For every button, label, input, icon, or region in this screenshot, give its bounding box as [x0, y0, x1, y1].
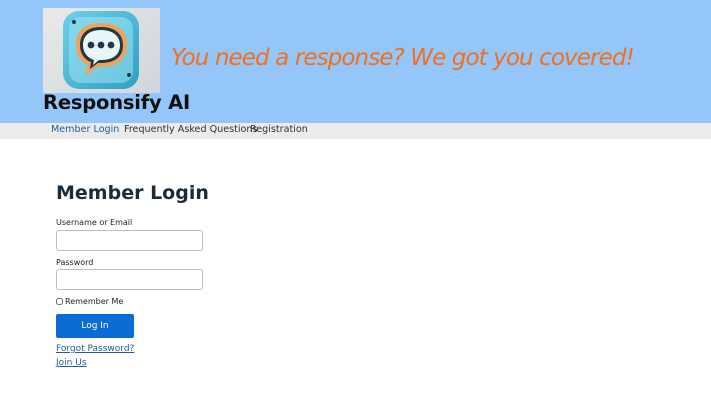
page-title: Member Login	[56, 182, 209, 204]
main-navigation: Member Login Frequently Asked Questions …	[0, 123, 711, 139]
chat-bubble-icon	[63, 11, 139, 89]
nav-faq[interactable]: Frequently Asked Questions	[124, 124, 258, 135]
header-tagline: You need a response? We got you covered!	[171, 45, 635, 71]
nav-registration[interactable]: Registration	[250, 124, 308, 135]
username-input[interactable]	[56, 230, 203, 251]
site-header: You need a response? We got you covered!…	[0, 0, 711, 123]
join-us-link[interactable]: Join Us	[56, 358, 87, 368]
remember-me-row: Remember Me	[56, 297, 123, 306]
remember-me-checkbox[interactable]	[56, 298, 63, 305]
nav-member-login[interactable]: Member Login	[51, 124, 119, 135]
password-label: Password	[56, 258, 94, 267]
forgot-password-link[interactable]: Forgot Password?	[56, 344, 134, 354]
remember-me-label[interactable]: Remember Me	[65, 297, 123, 306]
password-input[interactable]	[56, 269, 203, 290]
login-button[interactable]: Log In	[56, 314, 134, 338]
site-logo[interactable]	[43, 8, 160, 93]
username-label: Username or Email	[56, 218, 133, 227]
site-title[interactable]: Responsify AI	[43, 91, 190, 114]
